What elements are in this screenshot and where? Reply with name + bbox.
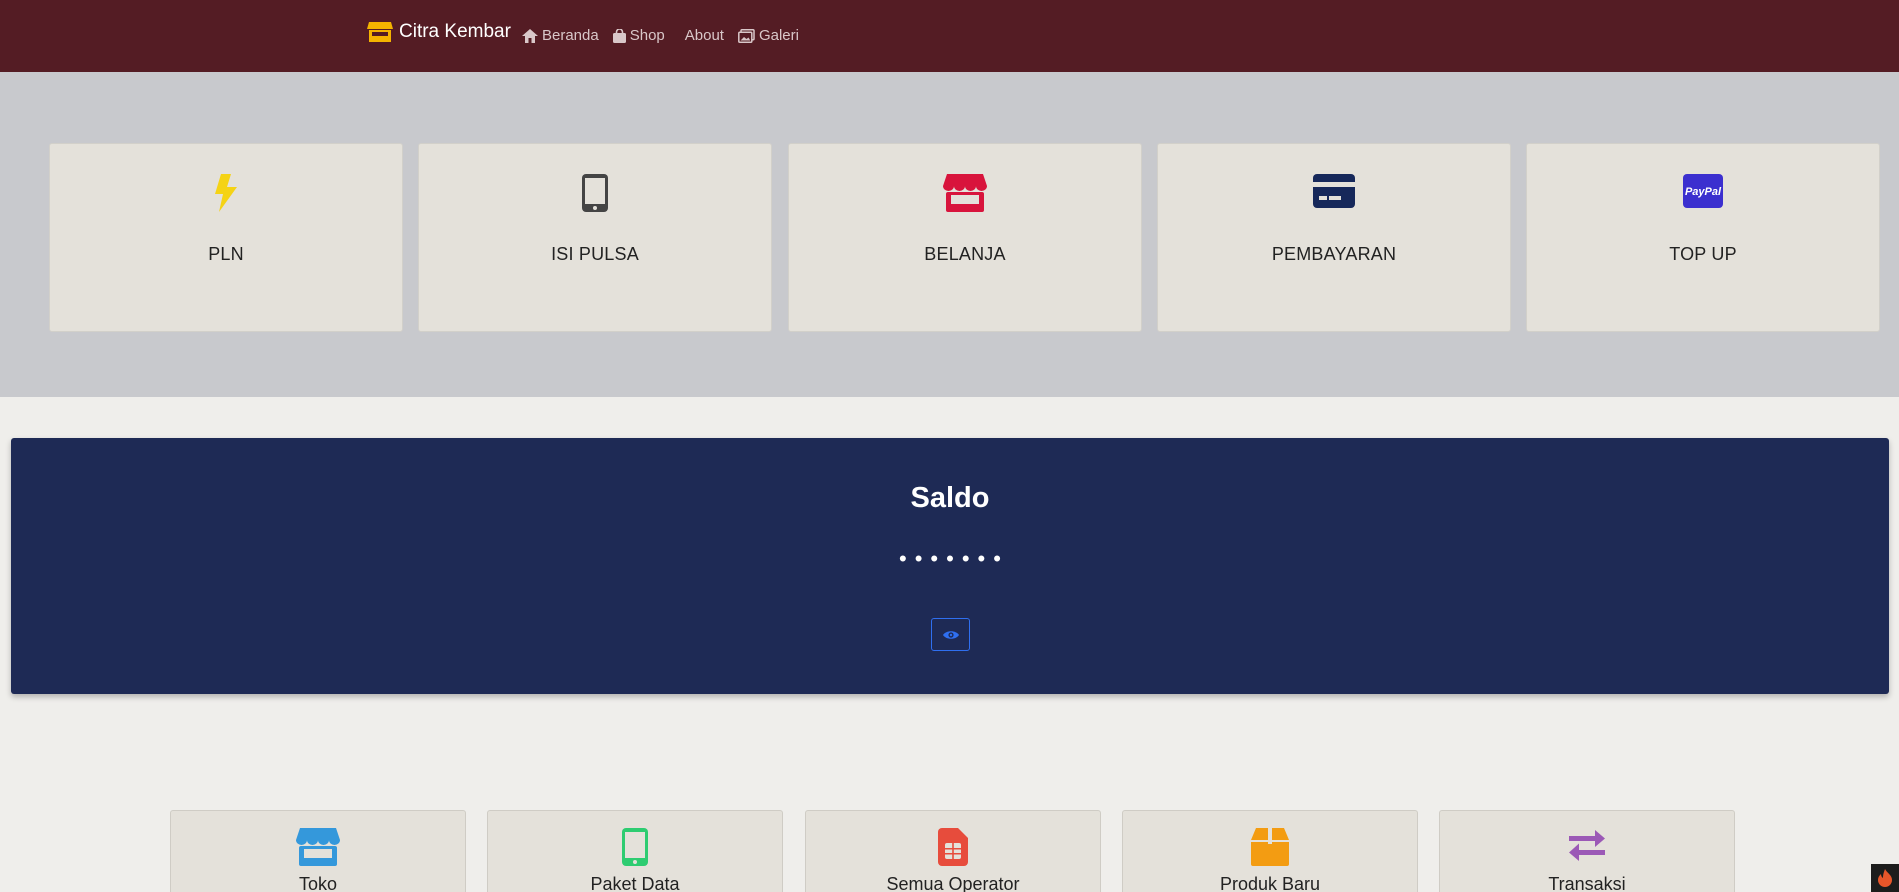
service-card-pln[interactable]: PLN [49,143,403,332]
tile-transaksi[interactable]: Transaksi [1439,810,1735,892]
images-icon [738,28,755,43]
flame-icon [1878,869,1892,887]
bolt-icon [215,174,237,212]
paypal-icon: PayPal [1683,174,1723,208]
nav-link-label: About [684,27,724,44]
tile-label: Semua Operator [886,874,1020,892]
service-label: PEMBAYARAN [1271,244,1397,264]
tile-semua-operator[interactable]: Semua Operator [805,810,1101,892]
service-label: BELANJA [924,244,1006,264]
nav-link-label: Beranda [542,27,599,44]
nav-link-label: Galeri [758,27,799,44]
nav-link-about[interactable]: About [685,27,724,44]
tile-paket-data[interactable]: Paket Data [487,810,783,892]
navbar: Citra Kembar Beranda Shop About Galeri [0,0,1899,72]
store-icon [943,174,987,212]
service-card-top-up[interactable]: PayPal TOP UP [1526,143,1880,332]
saldo-title: Saldo [910,482,990,514]
shopping-bag-icon [612,28,626,43]
exchange-icon [1569,830,1605,861]
tile-label: Produk Baru [1219,874,1321,892]
credit-card-icon [1313,174,1355,208]
mobile-icon [582,174,608,212]
saldo-hidden-value: ••••••• [899,546,1009,571]
nav-link-label: Shop [629,27,665,44]
service-label: TOP UP [1669,244,1737,264]
brand-name: Citra Kembar [399,21,511,42]
home-icon [522,28,538,43]
toggle-saldo-visibility-button[interactable] [931,618,970,651]
tile-label: Paket Data [590,874,680,892]
sim-card-icon [938,828,968,866]
tile-produk-baru[interactable]: Produk Baru [1122,810,1418,892]
store-icon [296,828,340,866]
paypal-icon-text: PayPal [1685,186,1722,198]
nav-link-galeri[interactable]: Galeri [738,27,799,44]
nav-link-shop[interactable]: Shop [612,27,665,44]
tile-label: Transaksi [1548,874,1626,892]
service-label: PLN [208,244,244,264]
nav-links: Beranda Shop About Galeri [522,27,799,44]
brand-link[interactable]: Citra Kembar [367,21,511,43]
service-card-belanja[interactable]: BELANJA [788,143,1142,332]
saldo-panel: Saldo ••••••• [11,438,1889,694]
nav-link-beranda[interactable]: Beranda [522,27,599,44]
tile-toko[interactable]: Toko [170,810,466,892]
service-card-isi-pulsa[interactable]: ISI PULSA [418,143,772,332]
store-icon [367,22,393,42]
eye-icon [942,630,959,639]
debug-toolbar-toggle[interactable] [1871,864,1899,892]
service-label: ISI PULSA [551,244,639,264]
mobile-icon [622,828,648,866]
tile-label: Toko [298,874,338,892]
service-card-pembayaran[interactable]: PEMBAYARAN [1157,143,1511,332]
box-icon [1251,828,1289,866]
